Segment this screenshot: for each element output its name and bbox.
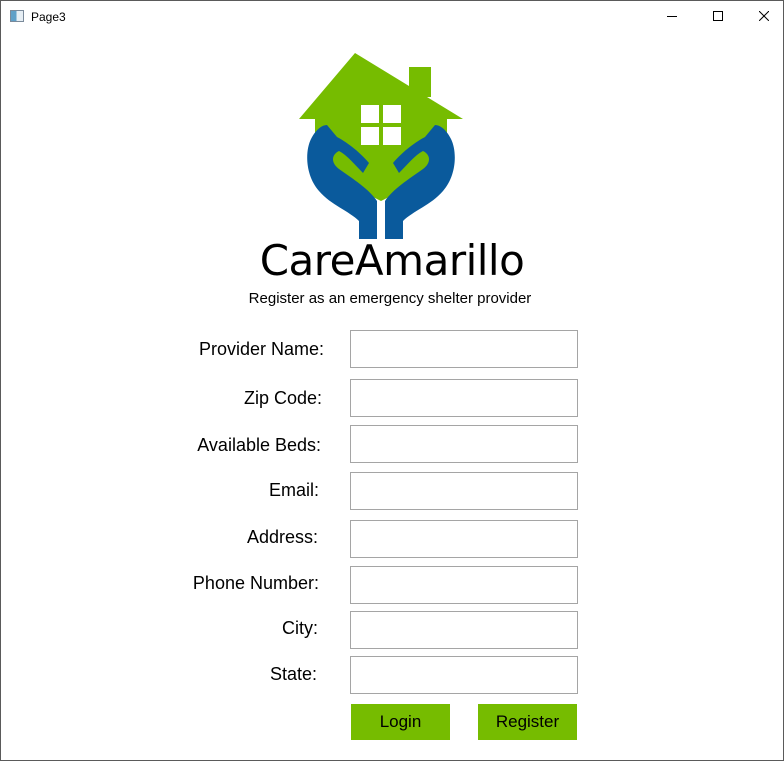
address-input[interactable] — [350, 520, 578, 558]
close-button[interactable] — [741, 1, 784, 31]
minimize-icon — [667, 16, 677, 17]
maximize-button[interactable] — [695, 1, 741, 31]
phone-number-label: Phone Number: — [192, 573, 319, 593]
minimize-button[interactable] — [649, 1, 695, 31]
page-subtitle: Register as an emergency shelter provide… — [248, 290, 532, 307]
house-in-hands-logo — [299, 53, 463, 239]
zip-code-label: Zip Code: — [243, 388, 322, 408]
app-window: Page3 CareAmarillo Register as an emerge… — [0, 0, 784, 761]
email-label: Email: — [268, 480, 319, 500]
city-input[interactable] — [350, 611, 578, 649]
maximize-icon — [713, 11, 723, 21]
phone-number-input[interactable] — [350, 566, 578, 604]
register-button[interactable]: Register — [478, 704, 577, 740]
zip-code-input[interactable] — [350, 379, 578, 417]
city-label: City: — [282, 618, 318, 638]
title-bar[interactable]: Page3 — [1, 1, 783, 32]
app-name: CareAmarillo — [259, 236, 525, 285]
address-label: Address: — [246, 527, 318, 547]
state-input[interactable] — [350, 656, 578, 694]
provider-name-label: Provider Name: — [198, 339, 324, 359]
email-input[interactable] — [350, 472, 578, 510]
available-beds-input[interactable] — [350, 425, 578, 463]
app-window-icon — [10, 10, 24, 22]
login-button[interactable]: Login — [351, 704, 450, 740]
state-label: State: — [269, 664, 317, 684]
close-icon — [759, 11, 769, 21]
window-title: Page3 — [31, 10, 66, 24]
available-beds-label: Available Beds: — [197, 435, 321, 455]
provider-name-input[interactable] — [350, 330, 578, 368]
